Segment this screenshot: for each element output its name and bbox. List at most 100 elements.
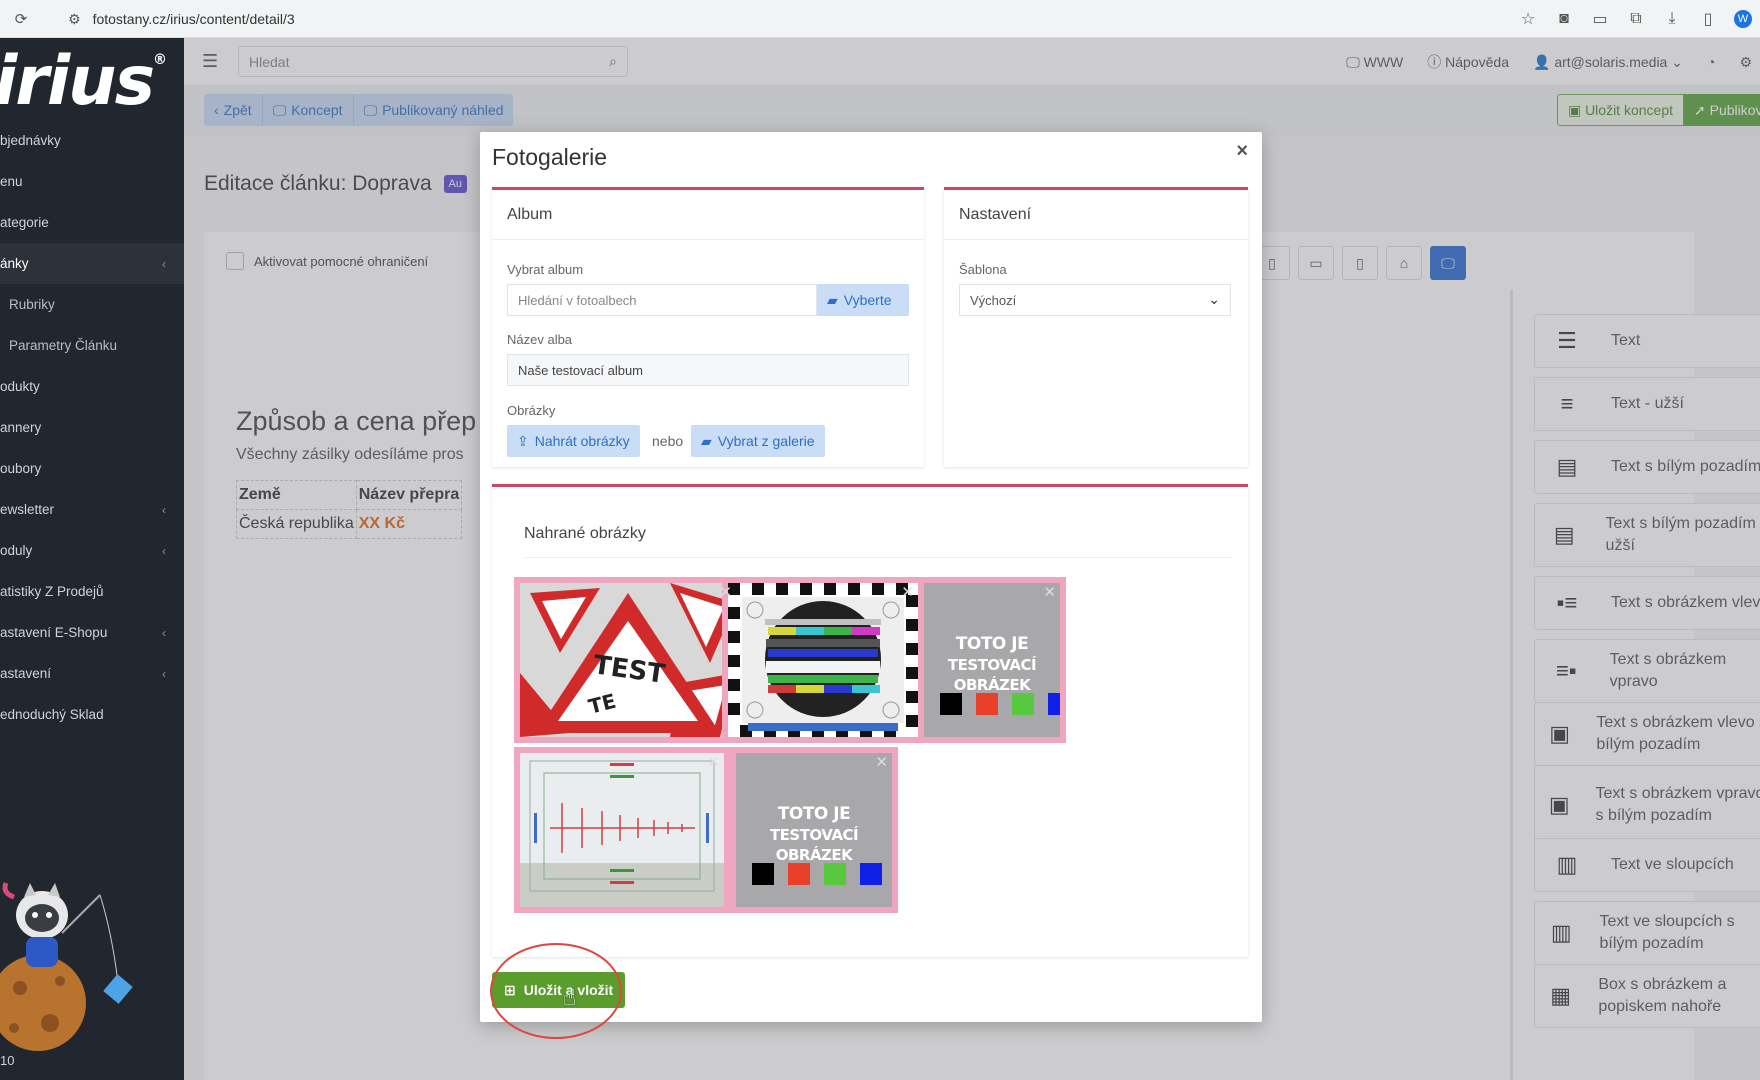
sidebar-item-label: astavení E-Shopu — [0, 625, 108, 640]
sidebar-item-label: Parametry Článku — [9, 338, 118, 353]
sidebar-item[interactable]: oduly ‹ — [0, 530, 184, 571]
album-search-input[interactable]: Hledání v fotoalbech — [507, 284, 817, 316]
sidebar-item[interactable]: astavení ‹ — [0, 653, 184, 694]
test-card-line1: TOTO JE — [955, 634, 1029, 654]
sidebar-item[interactable]: annery — [0, 407, 184, 448]
album-panel-title: Album — [492, 190, 924, 240]
sidebar-item[interactable]: bjednávky — [0, 120, 184, 161]
image-thumbnail[interactable]: ✕ TOTO JE TESTOVACÍ OBRÁZEK — [918, 577, 1066, 743]
divider — [524, 557, 1232, 558]
remove-image-icon[interactable]: ✕ — [875, 753, 888, 771]
choose-from-gallery-label: Vybrat z galerie — [717, 433, 815, 449]
image-thumbnail[interactable]: ✕ TEST TE — [514, 577, 742, 743]
test-card-line2: TESTOVACÍ OBRÁZEK — [769, 826, 859, 864]
sidebar-item[interactable]: odukty — [0, 366, 184, 407]
upload-cloud-icon: ⇪ — [517, 432, 529, 449]
sidebar-item-label: Rubriky — [9, 297, 55, 312]
remove-image-icon[interactable]: ✕ — [707, 753, 720, 771]
select-album-label: Vybrat album — [507, 262, 584, 277]
browser-toolbar: ⟳ ⚙ fotostany.cz/irius/content/detail/3 … — [0, 0, 1760, 38]
sidebar-item-label: ednoduchý Sklad — [0, 707, 104, 722]
green-swatch — [824, 863, 846, 885]
album-name-field[interactable]: Naše testovací album — [507, 354, 909, 386]
chevron-left-icon: ‹ — [162, 625, 166, 640]
sidebar-menu: bjednávky enu ategorie ánky ‹ Rubriky Parametr… — [0, 120, 184, 735]
sidebar-item-label: ewsletter — [0, 502, 55, 517]
highlight-circle-annotation — [490, 943, 622, 1039]
test-pattern-image — [728, 583, 918, 737]
extensions-icon[interactable]: ⧉ — [1626, 10, 1646, 28]
chevron-left-icon: ‹ — [162, 256, 166, 271]
profile-extension-icon[interactable]: W — [1734, 10, 1752, 28]
folder-open-icon: ▰ — [701, 432, 712, 449]
chevron-left-icon: ‹ — [162, 543, 166, 558]
cast-icon[interactable]: ▭ — [1590, 9, 1610, 29]
sidebar-item[interactable]: enu — [0, 161, 184, 202]
upload-images-label: Nahrát obrázky — [534, 433, 630, 449]
remove-image-icon[interactable]: ✕ — [1043, 583, 1056, 601]
photogallery-modal: Fotogalerie × Album Vybrat album Hledání… — [480, 132, 1262, 1022]
settings-panel-title: Nastavení — [944, 190, 1248, 240]
image-thumbnail[interactable]: ✕ TOTO JE TESTOVACÍ OBRÁZEK — [730, 747, 898, 913]
sidebar-item[interactable]: Parametry Článku — [0, 325, 184, 366]
sidebar: irius® bjednávky enu ategorie ánky ‹ Rubriky P… — [0, 38, 184, 1080]
sidebar-item[interactable]: Rubriky — [0, 284, 184, 325]
folder-open-icon: ▰ — [827, 291, 838, 308]
black-swatch — [940, 693, 962, 715]
sidebar-item-label: odukty — [0, 379, 40, 394]
select-album-button[interactable]: ▰ Vyberte — [817, 284, 909, 316]
site-settings-icon[interactable]: ⚙ — [68, 11, 81, 28]
irius-logo[interactable]: irius® — [0, 42, 167, 121]
sidebar-item-label: annery — [0, 420, 42, 435]
remove-image-icon[interactable]: ✕ — [901, 583, 914, 601]
logo-text: irius — [0, 42, 155, 121]
uploaded-images-panel: Nahrané obrázky ✕ TEST TE ✕ ✕ TOTO JE TE… — [492, 484, 1248, 957]
sidebar-item[interactable]: oubory — [0, 448, 184, 489]
bookmark-star-icon[interactable]: ☆ — [1518, 9, 1538, 29]
images-label: Obrázky — [507, 403, 556, 418]
sidebar-item[interactable]: astavení E-Shopu ‹ — [0, 612, 184, 653]
url-text: fotostany.cz/irius/content/detail/3 — [92, 11, 295, 27]
sidebar-item[interactable]: ánky ‹ — [0, 243, 184, 284]
choose-from-gallery-button[interactable]: ▰ Vybrat z galerie — [691, 425, 825, 457]
download-icon[interactable]: ⤓ — [1662, 10, 1682, 28]
sidebar-item-label: oduly — [0, 543, 33, 558]
green-swatch — [1012, 693, 1034, 715]
red-swatch — [788, 863, 810, 885]
sidebar-item[interactable]: atistiky Z Prodejů — [0, 571, 184, 612]
color-swatches — [752, 863, 882, 885]
address-bar[interactable]: ⚙ fotostany.cz/irius/content/detail/3 — [68, 5, 1508, 33]
browser-actions: ☆ ◙ ▭ ⧉ ⤓ ▯ W — [1518, 0, 1760, 38]
upload-images-button[interactable]: ⇪ Nahrát obrázky — [507, 425, 640, 457]
sidebar-item[interactable]: ategorie — [0, 202, 184, 243]
camera-icon[interactable]: ◙ — [1554, 10, 1574, 28]
test-card-line2: TESTOVACÍ OBRÁZEK — [947, 656, 1037, 694]
test-card-line1: TOTO JE — [777, 804, 851, 824]
hand-cursor-icon: ☝ — [563, 985, 577, 1010]
side-panel-icon[interactable]: ▯ — [1698, 9, 1718, 29]
sidebar-item-label: ategorie — [0, 215, 49, 230]
sidebar-item-label: enu — [0, 174, 23, 189]
album-panel: Album Vybrat album Hledání v fotoalbech … — [492, 187, 924, 467]
logo-registered-mark: ® — [153, 52, 167, 68]
resolution-chart-image — [520, 753, 724, 907]
template-selected-value: Výchozí — [970, 293, 1017, 308]
template-select[interactable]: Výchozí ⌄ — [959, 284, 1231, 316]
uploaded-images-title: Nahrané obrázky — [524, 525, 646, 542]
sidebar-item[interactable]: ewsletter ‹ — [0, 489, 184, 530]
chevron-left-icon: ‹ — [162, 502, 166, 517]
remove-image-icon[interactable]: ✕ — [719, 583, 732, 601]
test-card-image: TOTO JE TESTOVACÍ OBRÁZEK — [736, 753, 892, 907]
test-card-image: TOTO JE TESTOVACÍ OBRÁZEK — [924, 583, 1060, 737]
test-signs-image: TEST TE — [520, 583, 736, 737]
image-thumbnail[interactable]: ✕ — [514, 747, 730, 913]
black-swatch — [752, 863, 774, 885]
reload-icon[interactable]: ⟳ — [10, 8, 32, 30]
close-icon[interactable]: × — [1236, 140, 1248, 163]
sidebar-item[interactable]: ednoduchý Sklad — [0, 694, 184, 735]
image-thumbnail[interactable]: ✕ — [722, 577, 924, 743]
blue-swatch — [1048, 693, 1060, 715]
template-label: Šablona — [959, 262, 1007, 277]
color-swatches — [940, 693, 1060, 715]
sidebar-item-label: bjednávky — [0, 133, 61, 148]
